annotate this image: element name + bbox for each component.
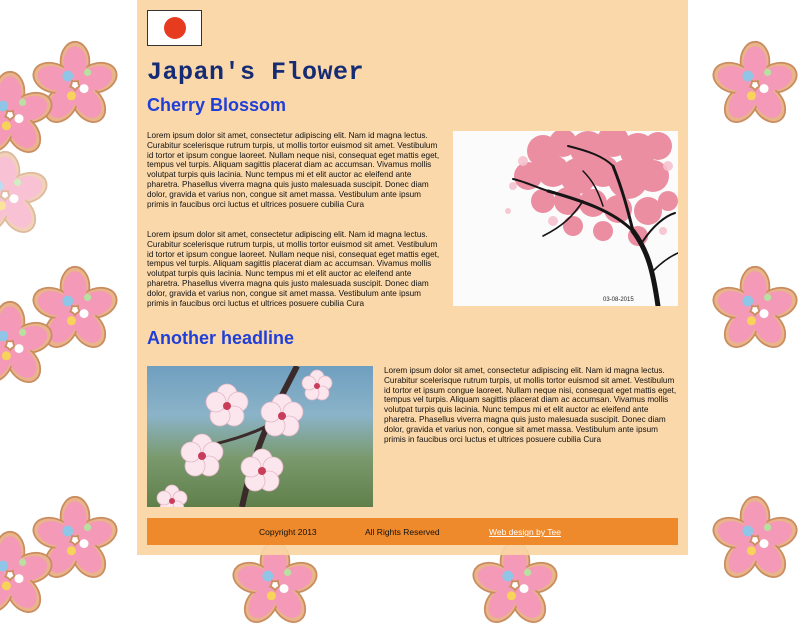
sakura-cookie-icon	[710, 495, 800, 585]
section1-paragraph-1: Lorem ipsum dolor sit amet, consectetur …	[147, 131, 440, 209]
sakura-cookie-icon	[0, 300, 55, 390]
footer-rights: All Rights Reserved	[365, 527, 440, 537]
flag-sun	[164, 17, 186, 39]
cherry-blossom-photo	[147, 366, 373, 507]
footer: Copyright 2013 All Rights Reserved Web d…	[147, 518, 678, 545]
footer-copyright: Copyright 2013	[259, 527, 317, 537]
footer-credit-link[interactable]: Web design by Tee	[489, 527, 561, 537]
section-headline-another: Another headline	[147, 328, 295, 348]
sakura-cookie-icon	[710, 265, 800, 355]
sakura-cookie-icon	[0, 70, 55, 160]
cherry-tree-painting: 03-08-2015	[453, 131, 678, 306]
sakura-cookie-icon	[0, 530, 55, 620]
site-title: Japan's Flower	[147, 58, 365, 87]
content-panel: Japan's Flower Cherry Blossom Lorem ipsu…	[137, 0, 688, 555]
sakura-cookie-icon	[710, 40, 800, 130]
sakura-cookie-icon	[0, 150, 50, 240]
section-headline-cherry-blossom: Cherry Blossom	[147, 95, 287, 115]
section2-paragraph: Lorem ipsum dolor sit amet, consectetur …	[384, 366, 677, 444]
japan-flag-icon	[147, 10, 202, 46]
section1-paragraph-2: Lorem ipsum dolor sit amet, consectetur …	[147, 230, 440, 308]
painting-signature: 03-08-2015	[603, 297, 634, 303]
